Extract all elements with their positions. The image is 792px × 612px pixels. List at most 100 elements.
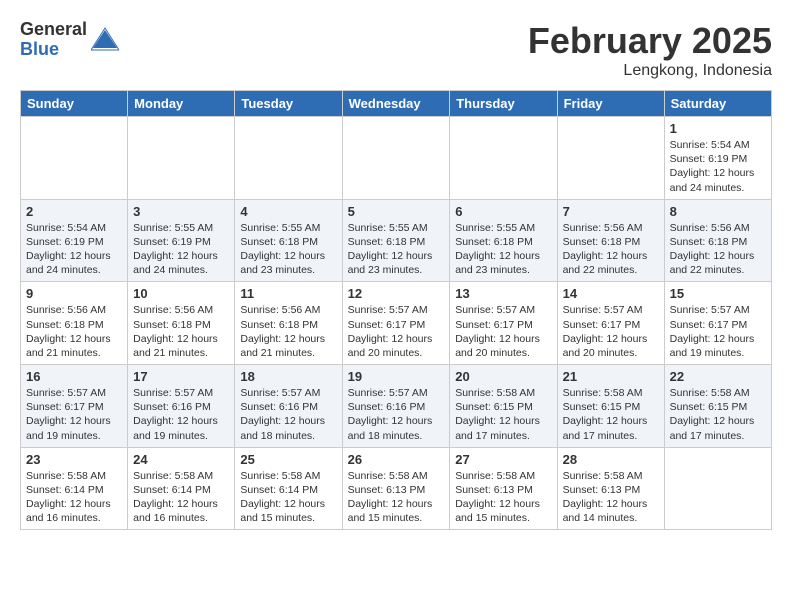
week-row-3: 9Sunrise: 5:56 AM Sunset: 6:18 PM Daylig… [21, 282, 772, 365]
day-number: 8 [670, 204, 766, 219]
day-number: 13 [455, 286, 551, 301]
day-cell: 11 Sunrise: 5:56 AM Sunset: 6:18 PM Dayli… [235, 282, 342, 365]
day-detail: Sunrise: 5:55 AM Sunset: 6:19 PM Dayligh… [133, 221, 229, 278]
day-cell: 4 Sunrise: 5:55 AM Sunset: 6:18 PM Daylig… [235, 199, 342, 282]
day-number: 11 [240, 286, 336, 301]
day-detail: Sunrise: 5:56 AM Sunset: 6:18 PM Dayligh… [133, 303, 229, 360]
day-cell: 26 Sunrise: 5:58 AM Sunset: 6:13 PM Dayli… [342, 447, 450, 530]
day-cell [450, 117, 557, 200]
day-cell: 28 Sunrise: 5:58 AM Sunset: 6:13 PM Dayli… [557, 447, 664, 530]
header-cell-wednesday: Wednesday [342, 91, 450, 117]
day-detail: Sunrise: 5:54 AM Sunset: 6:19 PM Dayligh… [26, 221, 122, 278]
day-cell: 27 Sunrise: 5:58 AM Sunset: 6:13 PM Dayli… [450, 447, 557, 530]
header-cell-friday: Friday [557, 91, 664, 117]
day-cell [128, 117, 235, 200]
day-number: 16 [26, 369, 122, 384]
day-cell: 3 Sunrise: 5:55 AM Sunset: 6:19 PM Daylig… [128, 199, 235, 282]
header-cell-tuesday: Tuesday [235, 91, 342, 117]
week-row-5: 23 Sunrise: 5:58 AM Sunset: 6:14 PM Dayli… [21, 447, 772, 530]
day-number: 24 [133, 452, 229, 467]
day-cell: 23 Sunrise: 5:58 AM Sunset: 6:14 PM Dayli… [21, 447, 128, 530]
day-number: 14 [563, 286, 659, 301]
day-detail: Sunrise: 5:54 AM Sunset: 6:19 PM Dayligh… [670, 138, 766, 195]
day-detail: Sunrise: 5:55 AM Sunset: 6:18 PM Dayligh… [240, 221, 336, 278]
day-detail: Sunrise: 5:58 AM Sunset: 6:15 PM Dayligh… [455, 386, 551, 443]
month-title: February 2025 [528, 20, 772, 62]
day-cell [557, 117, 664, 200]
day-cell: 14 Sunrise: 5:57 AM Sunset: 6:17 PM Dayli… [557, 282, 664, 365]
header-row: SundayMondayTuesdayWednesdayThursdayFrid… [21, 91, 772, 117]
day-detail: Sunrise: 5:58 AM Sunset: 6:14 PM Dayligh… [26, 469, 122, 526]
calendar-body: 1 Sunrise: 5:54 AM Sunset: 6:19 PM Daylig… [21, 117, 772, 530]
day-cell: 15 Sunrise: 5:57 AM Sunset: 6:17 PM Dayli… [664, 282, 771, 365]
day-cell: 18 Sunrise: 5:57 AM Sunset: 6:16 PM Dayli… [235, 365, 342, 448]
day-number: 6 [455, 204, 551, 219]
day-cell: 13 Sunrise: 5:57 AM Sunset: 6:17 PM Dayli… [450, 282, 557, 365]
day-number: 2 [26, 204, 122, 219]
logo-icon [91, 26, 119, 54]
day-number: 17 [133, 369, 229, 384]
day-number: 21 [563, 369, 659, 384]
day-detail: Sunrise: 5:57 AM Sunset: 6:17 PM Dayligh… [670, 303, 766, 360]
day-number: 10 [133, 286, 229, 301]
day-detail: Sunrise: 5:58 AM Sunset: 6:14 PM Dayligh… [133, 469, 229, 526]
location-subtitle: Lengkong, Indonesia [528, 62, 772, 80]
day-number: 18 [240, 369, 336, 384]
day-detail: Sunrise: 5:56 AM Sunset: 6:18 PM Dayligh… [563, 221, 659, 278]
page-header: General Blue February 2025 Lengkong, Ind… [20, 20, 772, 80]
day-cell: 5Sunrise: 5:55 AM Sunset: 6:18 PM Daylig… [342, 199, 450, 282]
day-number: 19 [348, 369, 445, 384]
logo-general-text: General [20, 20, 87, 40]
day-detail: Sunrise: 5:58 AM Sunset: 6:15 PM Dayligh… [670, 386, 766, 443]
day-number: 25 [240, 452, 336, 467]
day-cell: 2 Sunrise: 5:54 AM Sunset: 6:19 PM Daylig… [21, 199, 128, 282]
day-cell: 16Sunrise: 5:57 AM Sunset: 6:17 PM Dayli… [21, 365, 128, 448]
day-cell [664, 447, 771, 530]
day-detail: Sunrise: 5:57 AM Sunset: 6:17 PM Dayligh… [455, 303, 551, 360]
day-number: 7 [563, 204, 659, 219]
header-cell-saturday: Saturday [664, 91, 771, 117]
day-detail: Sunrise: 5:55 AM Sunset: 6:18 PM Dayligh… [455, 221, 551, 278]
header-cell-monday: Monday [128, 91, 235, 117]
day-detail: Sunrise: 5:58 AM Sunset: 6:13 PM Dayligh… [348, 469, 445, 526]
day-cell: 17 Sunrise: 5:57 AM Sunset: 6:16 PM Dayli… [128, 365, 235, 448]
day-cell: 7 Sunrise: 5:56 AM Sunset: 6:18 PM Daylig… [557, 199, 664, 282]
day-number: 27 [455, 452, 551, 467]
day-detail: Sunrise: 5:55 AM Sunset: 6:18 PM Dayligh… [348, 221, 445, 278]
day-cell [21, 117, 128, 200]
day-detail: Sunrise: 5:57 AM Sunset: 6:16 PM Dayligh… [133, 386, 229, 443]
day-detail: Sunrise: 5:56 AM Sunset: 6:18 PM Dayligh… [670, 221, 766, 278]
day-detail: Sunrise: 5:58 AM Sunset: 6:13 PM Dayligh… [563, 469, 659, 526]
day-number: 23 [26, 452, 122, 467]
day-detail: Sunrise: 5:57 AM Sunset: 6:16 PM Dayligh… [348, 386, 445, 443]
day-detail: Sunrise: 5:58 AM Sunset: 6:13 PM Dayligh… [455, 469, 551, 526]
logo-blue-text: Blue [20, 40, 87, 60]
day-number: 4 [240, 204, 336, 219]
day-number: 3 [133, 204, 229, 219]
day-cell [342, 117, 450, 200]
calendar-table: SundayMondayTuesdayWednesdayThursdayFrid… [20, 90, 772, 530]
day-cell: 22Sunrise: 5:58 AM Sunset: 6:15 PM Dayli… [664, 365, 771, 448]
day-detail: Sunrise: 5:57 AM Sunset: 6:17 PM Dayligh… [348, 303, 445, 360]
week-row-2: 2 Sunrise: 5:54 AM Sunset: 6:19 PM Daylig… [21, 199, 772, 282]
day-cell: 9Sunrise: 5:56 AM Sunset: 6:18 PM Daylig… [21, 282, 128, 365]
day-cell: 21Sunrise: 5:58 AM Sunset: 6:15 PM Dayli… [557, 365, 664, 448]
day-number: 26 [348, 452, 445, 467]
day-cell: 1 Sunrise: 5:54 AM Sunset: 6:19 PM Daylig… [664, 117, 771, 200]
week-row-4: 16Sunrise: 5:57 AM Sunset: 6:17 PM Dayli… [21, 365, 772, 448]
day-number: 15 [670, 286, 766, 301]
day-detail: Sunrise: 5:57 AM Sunset: 6:17 PM Dayligh… [563, 303, 659, 360]
day-detail: Sunrise: 5:58 AM Sunset: 6:14 PM Dayligh… [240, 469, 336, 526]
day-number: 28 [563, 452, 659, 467]
day-cell: 20Sunrise: 5:58 AM Sunset: 6:15 PM Dayli… [450, 365, 557, 448]
day-cell: 12Sunrise: 5:57 AM Sunset: 6:17 PM Dayli… [342, 282, 450, 365]
title-area: February 2025 Lengkong, Indonesia [528, 20, 772, 80]
logo: General Blue [20, 20, 119, 60]
day-detail: Sunrise: 5:57 AM Sunset: 6:16 PM Dayligh… [240, 386, 336, 443]
day-cell: 19 Sunrise: 5:57 AM Sunset: 6:16 PM Dayli… [342, 365, 450, 448]
day-cell: 10 Sunrise: 5:56 AM Sunset: 6:18 PM Dayli… [128, 282, 235, 365]
day-cell: 24 Sunrise: 5:58 AM Sunset: 6:14 PM Dayli… [128, 447, 235, 530]
day-number: 1 [670, 121, 766, 136]
day-detail: Sunrise: 5:56 AM Sunset: 6:18 PM Dayligh… [240, 303, 336, 360]
week-row-1: 1 Sunrise: 5:54 AM Sunset: 6:19 PM Daylig… [21, 117, 772, 200]
